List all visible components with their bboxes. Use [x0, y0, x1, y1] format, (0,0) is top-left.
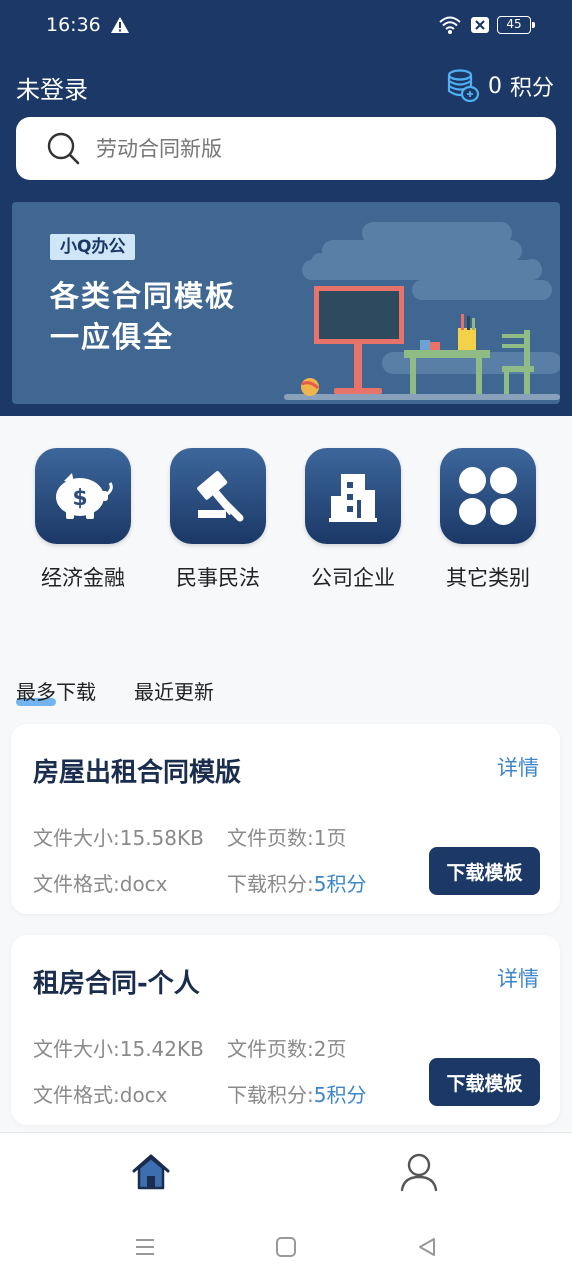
warning-icon: [111, 17, 129, 33]
download-points: 下载积分:5积分: [227, 868, 366, 897]
banner-title: 各类合同模板 一应俱全: [50, 276, 236, 358]
classroom-illustration: [284, 222, 560, 400]
category-label: 民事民法: [176, 566, 260, 590]
category-label: 公司企业: [311, 566, 395, 590]
file-pages-value: 2页: [313, 1037, 347, 1061]
download-points-value: 5积分: [313, 1083, 367, 1107]
category-civil-law[interactable]: 民事民法: [158, 448, 278, 592]
file-size-label: 文件大小:: [33, 1037, 120, 1061]
download-points: 下载积分:5积分: [227, 1079, 366, 1108]
file-size-value: 15.58KB: [119, 826, 204, 850]
file-format: 文件格式:docx: [33, 1079, 168, 1108]
search-icon: [47, 132, 80, 165]
tab-label: 最近更新: [134, 680, 214, 704]
grid-icon: [440, 448, 536, 544]
download-template-button[interactable]: 下载模板: [429, 847, 540, 895]
battery-icon: 45: [497, 16, 535, 34]
file-format-label: 文件格式:: [33, 872, 120, 896]
download-points-label: 下载积分:: [227, 872, 314, 896]
gavel-icon: [170, 448, 266, 544]
file-pages-value: 1页: [313, 826, 347, 850]
file-format: 文件格式:docx: [33, 868, 168, 897]
search-input[interactable]: [96, 117, 536, 180]
status-time: 16:36: [46, 14, 101, 36]
card-title: 租房合同-个人: [33, 969, 200, 999]
template-card[interactable]: 租房合同-个人 详情 文件大小:15.42KB 文件页数:2页 文件格式:doc…: [11, 935, 560, 1125]
category-company[interactable]: 公司企业: [293, 448, 413, 592]
file-pages-label: 文件页数:: [227, 826, 314, 850]
home-icon[interactable]: [130, 1151, 172, 1193]
menu-icon[interactable]: [134, 1236, 156, 1258]
file-size-label: 文件大小:: [33, 826, 120, 850]
category-label: 其它类别: [446, 566, 530, 590]
wifi-icon: [439, 16, 461, 34]
points-unit: 积分: [509, 76, 554, 101]
file-size: 文件大小:15.42KB: [33, 1033, 204, 1062]
building-icon: [305, 448, 401, 544]
user-icon[interactable]: [398, 1151, 440, 1193]
svg-text:$: $: [72, 486, 87, 511]
banner-tag: 小Q办公: [50, 234, 136, 260]
file-pages: 文件页数:2页: [227, 1033, 346, 1062]
detail-link[interactable]: 详情: [497, 963, 539, 993]
file-size: 文件大小:15.58KB: [33, 822, 204, 851]
status-bar: 16:36 45: [0, 0, 572, 52]
home-square-icon[interactable]: [275, 1236, 297, 1258]
system-navigation-bar: [0, 1214, 572, 1280]
template-card[interactable]: 房屋出租合同模版 详情 文件大小:15.58KB 文件页数:1页 文件格式:do…: [11, 724, 560, 914]
download-points-label: 下载积分:: [227, 1083, 314, 1107]
bottom-nav: [0, 1132, 572, 1214]
file-format-value: docx: [119, 1083, 168, 1107]
category-other[interactable]: 其它类别: [428, 448, 548, 592]
download-points-value: 5积分: [313, 872, 367, 896]
card-title: 房屋出租合同模版: [33, 758, 242, 788]
category-grid: $ 经济金融 民事民法 公司企业 其它类别: [0, 448, 572, 598]
tab-label: 最多下载: [16, 680, 96, 704]
piggy-bank-icon: $: [35, 448, 131, 544]
detail-link[interactable]: 详情: [497, 752, 539, 782]
file-format-value: docx: [119, 872, 168, 896]
points-display[interactable]: 0 积分: [446, 66, 554, 106]
login-status[interactable]: 未登录: [16, 70, 88, 105]
download-template-button[interactable]: 下载模板: [429, 1058, 540, 1106]
promo-banner[interactable]: 小Q办公 各类合同模板 一应俱全: [12, 202, 560, 404]
coins-icon: [447, 69, 480, 103]
file-pages-label: 文件页数:: [227, 1037, 314, 1061]
back-icon[interactable]: [416, 1236, 438, 1258]
sim-icon: [471, 17, 489, 33]
header: 16:36 45 未登录 0 积分 劳动合同新版 小Q办公 各类合同模板 一应俱…: [0, 0, 572, 416]
points-value: 0: [487, 73, 502, 99]
search-bar[interactable]: [16, 117, 556, 180]
banner-line-1: 各类合同模板: [50, 279, 237, 313]
file-pages: 文件页数:1页: [227, 822, 346, 851]
category-finance[interactable]: $ 经济金融: [23, 448, 143, 592]
tab-most-downloaded[interactable]: 最多下载: [16, 676, 96, 706]
tab-recently-updated[interactable]: 最近更新: [134, 676, 214, 705]
category-label: 经济金融: [41, 566, 125, 590]
file-format-label: 文件格式:: [33, 1083, 120, 1107]
banner-line-2: 一应俱全: [50, 320, 175, 354]
file-size-value: 15.42KB: [119, 1037, 204, 1061]
